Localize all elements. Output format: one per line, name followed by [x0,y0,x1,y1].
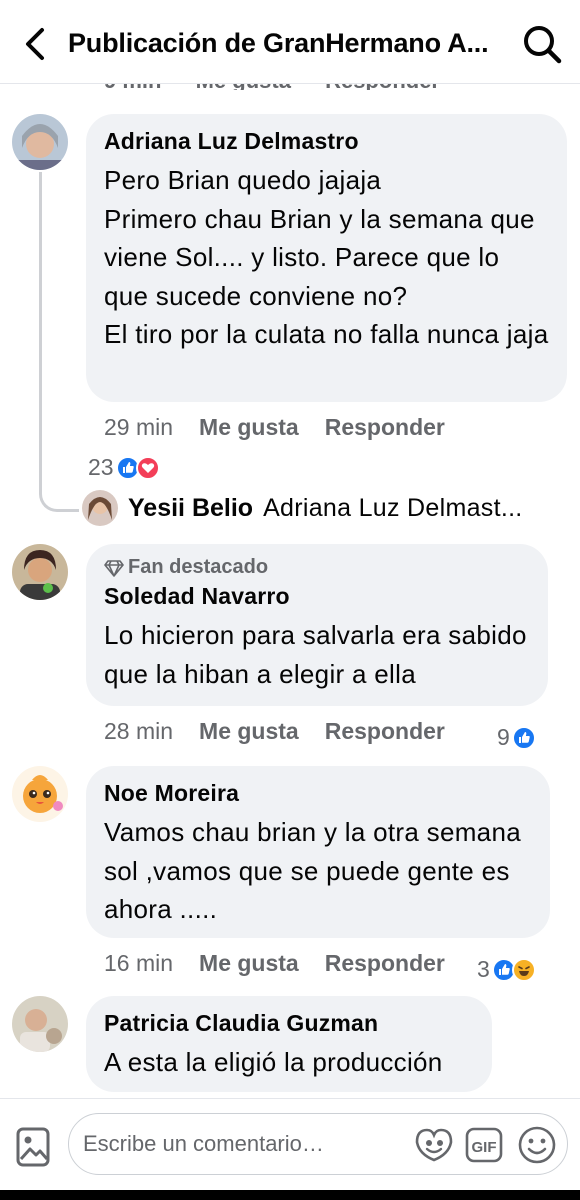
back-icon[interactable] [16,24,56,64]
comment-time: 28 min [104,718,174,744]
reaction-count: 23 [88,454,114,480]
avatar[interactable] [12,114,68,170]
comment-author[interactable]: Patricia Claudia Guzman [104,1010,474,1037]
comment-text: Pero Brian quedo jajaja Primero chau Bri… [104,165,549,349]
love-icon [135,455,160,480]
comment-bubble[interactable]: Noe Moreira Vamos chau brian y la otra s… [86,766,550,938]
top-fan-badge: Fan destacado [104,556,530,579]
comment-actions: 16 min Me gusta Responder [104,950,471,977]
emoji-icon[interactable] [517,1125,557,1165]
haha-icon [511,957,536,982]
like-button[interactable]: Me gusta [199,950,299,977]
thread-connector [39,172,79,512]
like-icon [511,725,536,750]
comment-bubble[interactable]: Fan destacado Soledad Navarro Lo hiciero… [86,544,548,706]
comment-composer: GIF [0,1098,580,1190]
comment-actions: 28 min Me gusta Responder [104,718,471,745]
diamond-icon [104,559,124,577]
reaction-count: 3 [477,956,490,982]
avatar[interactable] [82,490,118,526]
like-button[interactable]: Me gusta [199,718,299,745]
comment-author[interactable]: Adriana Luz Delmastro [104,128,549,155]
avatar-sticker-icon[interactable] [413,1126,455,1164]
comment-bubble[interactable]: Patricia Claudia Guzman A esta la eligió… [86,996,492,1092]
reply-text: Adriana Luz Delmast... [263,493,523,522]
comment-author[interactable]: Soledad Navarro [104,583,530,610]
reaction-count: 9 [497,724,510,750]
reaction-summary[interactable]: 9 [497,724,536,751]
comment-input[interactable] [83,1126,413,1162]
comment-input-box[interactable]: GIF [68,1113,568,1175]
like-button[interactable]: Me gusta [199,414,299,441]
reply-preview[interactable]: Yesii Belio Adriana Luz Delmast... [82,490,572,526]
photo-icon[interactable] [16,1127,52,1167]
top-bar: Publicación de GranHermano A... [0,0,580,84]
gif-label: GIF [472,1139,497,1156]
reply-author[interactable]: Yesii Belio [128,494,253,523]
search-icon[interactable] [520,22,564,66]
reply-button[interactable]: Responder [325,718,445,745]
avatar[interactable] [12,544,68,600]
comment-text: A esta la eligió la producción [104,1047,443,1077]
avatar[interactable] [12,766,68,822]
comment-time: 29 min [104,414,174,440]
system-nav-bar [0,1190,580,1200]
reaction-summary[interactable]: 23 [88,454,160,481]
badge-label: Fan destacado [128,556,269,578]
page-title: Publicación de GranHermano A... [68,28,489,58]
comment-text: Vamos chau brian y la otra semana sol ,v… [104,817,521,924]
comment-actions: 29 min Me gusta Responder [104,414,471,441]
comment-author[interactable]: Noe Moreira [104,780,532,807]
comment-text: Lo hicieron para salvarla era sabido que… [104,620,527,689]
reaction-summary[interactable]: 3 [477,956,536,983]
avatar[interactable] [12,996,68,1052]
reply-button[interactable]: Responder [325,950,445,977]
reply-button[interactable]: Responder [325,414,445,441]
gif-button[interactable]: GIF [465,1127,503,1163]
comment-time: 16 min [104,950,174,976]
comment-bubble[interactable]: Adriana Luz Delmastro Pero Brian quedo j… [86,114,567,402]
